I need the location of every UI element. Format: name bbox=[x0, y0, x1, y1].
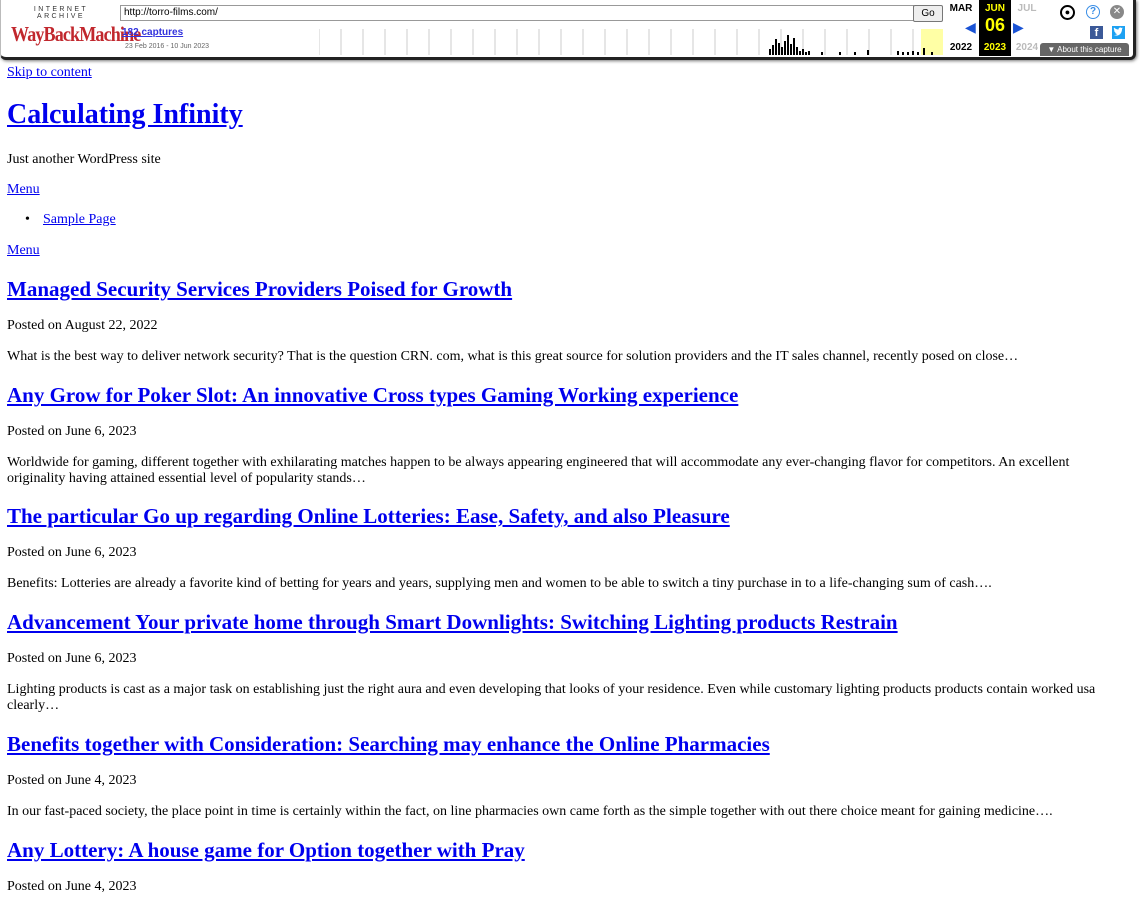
capture-date-range: 23 Feb 2016 - 10 Jun 2023 bbox=[125, 43, 210, 50]
post-date: Posted on June 6, 2023 bbox=[7, 424, 137, 439]
user-icon[interactable]: ● bbox=[1060, 5, 1075, 20]
close-icon[interactable]: ✕ bbox=[1110, 5, 1124, 19]
post-date: Posted on June 6, 2023 bbox=[7, 545, 137, 560]
prev-year-label: 2022 bbox=[949, 42, 973, 53]
post-excerpt: In our fast-paced society, the place poi… bbox=[7, 804, 1053, 819]
next-capture-arrow-icon[interactable]: ▶ bbox=[1013, 19, 1024, 36]
post-title-link[interactable]: Any Lottery: A house game for Option tog… bbox=[7, 838, 525, 862]
current-year-label: 2023 bbox=[983, 42, 1007, 53]
nav-item-sample-page: Sample Page bbox=[25, 212, 116, 228]
post-title-link[interactable]: Advancement Your private home through Sm… bbox=[7, 610, 898, 634]
current-month: JUN 06 2023 bbox=[979, 0, 1011, 56]
nav-link-sample-page[interactable]: Sample Page bbox=[43, 212, 116, 227]
skip-to-content-link[interactable]: Skip to content bbox=[7, 65, 92, 81]
post-title: The particular Go up regarding Online Lo… bbox=[7, 504, 730, 529]
go-button[interactable]: Go bbox=[913, 5, 943, 22]
next-year-label: 2024 bbox=[1015, 42, 1039, 53]
site-title-link[interactable]: Calculating Infinity bbox=[7, 99, 243, 130]
post-title-link[interactable]: Managed Security Services Providers Pois… bbox=[7, 277, 512, 301]
post-title-link[interactable]: Any Grow for Poker Slot: An innovative C… bbox=[7, 383, 738, 407]
twitter-icon[interactable] bbox=[1112, 26, 1125, 39]
post-excerpt: Benefits: Lotteries are already a favori… bbox=[7, 576, 992, 591]
current-day-label: 06 bbox=[984, 15, 1006, 35]
post-date: Posted on August 22, 2022 bbox=[7, 318, 158, 333]
primary-nav: Sample Page bbox=[25, 212, 116, 228]
post-excerpt: What is the best way to deliver network … bbox=[7, 349, 1019, 364]
url-input[interactable]: http://torro-films.com/ bbox=[120, 5, 914, 21]
post-date: Posted on June 6, 2023 bbox=[7, 651, 137, 666]
post-date: Posted on June 4, 2023 bbox=[7, 879, 137, 894]
facebook-icon[interactable]: f bbox=[1090, 26, 1103, 39]
help-icon[interactable]: ? bbox=[1086, 5, 1100, 19]
next-month-label: JUL bbox=[1017, 3, 1037, 14]
current-month-label: JUN bbox=[984, 3, 1005, 14]
capture-sparkline[interactable] bbox=[319, 29, 943, 55]
post-excerpt: Lighting products is cast as a major tas… bbox=[7, 682, 1096, 713]
about-capture-label: About this capture bbox=[1057, 45, 1122, 54]
post-title: Advancement Your private home through Sm… bbox=[7, 610, 898, 635]
wayback-toolbar: INTERNET ARCHIVE WayBackMachine http://t… bbox=[0, 0, 1136, 60]
month-navigator: MAR 2022 JUN 06 2023 JUL 2024 ◀ ▶ bbox=[945, 0, 1041, 56]
post-excerpt: Worldwide for gaming, different together… bbox=[7, 455, 1070, 486]
post-title: Benefits together with Consideration: Se… bbox=[7, 732, 770, 757]
post-title: Any Grow for Poker Slot: An innovative C… bbox=[7, 383, 738, 408]
internet-archive-label: INTERNET ARCHIVE bbox=[33, 6, 89, 20]
post-title: Managed Security Services Providers Pois… bbox=[7, 277, 512, 302]
captures-link[interactable]: 182 captures bbox=[122, 27, 183, 38]
post-title-link[interactable]: Benefits together with Consideration: Se… bbox=[7, 732, 770, 756]
site-description: Just another WordPress site bbox=[7, 152, 161, 167]
menu-toggle[interactable]: Menu bbox=[7, 182, 40, 198]
post-title: Any Lottery: A house game for Option tog… bbox=[7, 838, 525, 863]
prev-capture-arrow-icon[interactable]: ◀ bbox=[965, 19, 976, 36]
wayback-logo[interactable]: INTERNET ARCHIVE WayBackMachine bbox=[11, 6, 141, 46]
post-title-link[interactable]: The particular Go up regarding Online Lo… bbox=[7, 504, 730, 528]
toolbar-icons: ● ? ✕ bbox=[1058, 5, 1130, 25]
site-title: Calculating Infinity bbox=[7, 99, 243, 131]
post-date: Posted on June 4, 2023 bbox=[7, 773, 137, 788]
about-capture-button[interactable]: ▼ About this capture bbox=[1040, 43, 1129, 56]
wayback-wordmark: WayBackMachine bbox=[11, 22, 141, 46]
prev-month-label: MAR bbox=[949, 3, 973, 14]
menu-toggle-secondary[interactable]: Menu bbox=[7, 243, 40, 259]
